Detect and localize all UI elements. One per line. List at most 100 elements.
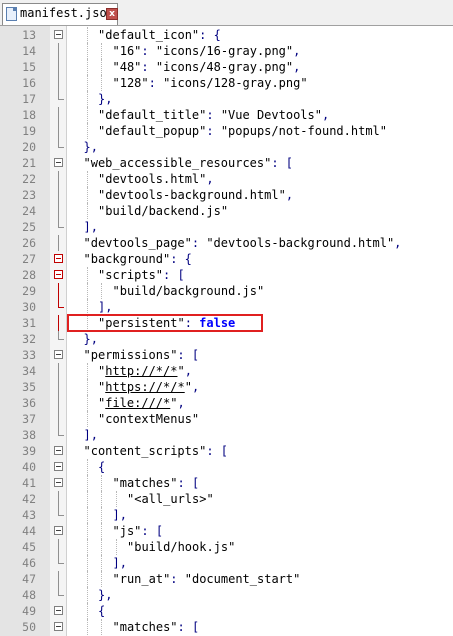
code-line[interactable]: 23 "devtools-background.html",	[0, 187, 453, 203]
fold-toggle-icon[interactable]	[54, 622, 63, 631]
code-line[interactable]: 44 "js": [	[0, 523, 453, 539]
code-line[interactable]: 19 "default_popup": "popups/not-found.htm…	[0, 123, 453, 139]
code-line[interactable]: 15 "48": "icons/48-gray.png",	[0, 59, 453, 75]
indent-guide	[86, 491, 89, 507]
line-number: 38	[22, 428, 36, 442]
code-line[interactable]: 39 "content_scripts": [	[0, 443, 453, 459]
indent-guide	[86, 523, 89, 539]
fold-line	[58, 187, 59, 203]
string-token: "popups/not-found.html"	[220, 124, 387, 138]
string-token: "run_at"	[112, 572, 171, 586]
fold-toggle-icon[interactable]	[54, 446, 63, 455]
fold-line	[58, 315, 59, 331]
code-line[interactable]: 42 "<all_urls>"	[0, 491, 453, 507]
code-line[interactable]: 25],	[0, 219, 453, 235]
code-line[interactable]: 35 "https://*/*",	[0, 379, 453, 395]
code-text: {	[98, 459, 105, 475]
string-token: "<all_urls>"	[127, 492, 214, 506]
indent-guide	[101, 59, 103, 75]
indent-guide	[86, 59, 89, 75]
code-line[interactable]: 24 "build/backend.js"	[0, 203, 453, 219]
code-line[interactable]: 46],	[0, 555, 453, 571]
code-line[interactable]: 13 "default_icon": {	[0, 27, 453, 43]
fold-line	[58, 539, 59, 555]
string-token: "default_icon"	[98, 28, 200, 42]
code-line[interactable]: 17},	[0, 91, 453, 107]
indent-guide	[101, 283, 103, 299]
indent-guide	[86, 395, 89, 411]
line-number: 42	[22, 492, 36, 506]
code-line[interactable]: 22 "devtools.html",	[0, 171, 453, 187]
fold-toggle-icon[interactable]	[54, 30, 63, 39]
code-line[interactable]: 38],	[0, 427, 453, 443]
code-line[interactable]: 28 "scripts": [	[0, 267, 453, 283]
code-text: "matches": [	[113, 475, 200, 491]
fold-end-marker	[58, 507, 64, 516]
line-number: 45	[22, 540, 36, 554]
string-token: "default_title"	[98, 108, 207, 122]
code-line[interactable]: 36 "file:///*",	[0, 395, 453, 411]
code-line[interactable]: 30],	[0, 299, 453, 315]
tab-manifest-json[interactable]: manifest.json x	[2, 3, 118, 25]
fold-toggle-icon[interactable]	[54, 158, 63, 167]
indent-guide	[101, 523, 103, 539]
code-line[interactable]: 45 "build/hook.js"	[0, 539, 453, 555]
code-line[interactable]: 47 "run_at": "document_start"	[0, 571, 453, 587]
fold-toggle-icon[interactable]	[54, 462, 63, 471]
line-number: 31	[22, 316, 36, 330]
line-number: 30	[22, 300, 36, 314]
code-line[interactable]: 40 {	[0, 459, 453, 475]
code-line[interactable]: 14 "16": "icons/16-gray.png",	[0, 43, 453, 59]
code-line[interactable]: 29 "build/background.js"	[0, 283, 453, 299]
indent-guide	[86, 283, 89, 299]
punctuation-token: :	[206, 124, 221, 138]
indent-guide	[86, 539, 89, 555]
string-token: "devtools-background.html"	[98, 188, 286, 202]
code-line[interactable]: 33 "permissions": [	[0, 347, 453, 363]
code-line[interactable]: 18 "default_title": "Vue Devtools",	[0, 107, 453, 123]
code-text: "devtools-background.html",	[98, 187, 293, 203]
fold-toggle-icon[interactable]	[54, 478, 63, 487]
code-text: "build/hook.js"	[127, 539, 235, 555]
url-token[interactable]: https://*/*	[105, 380, 184, 394]
code-line[interactable]: 21 "web_accessible_resources": [	[0, 155, 453, 171]
string-token: "default_popup"	[98, 124, 207, 138]
code-line[interactable]: 43],	[0, 507, 453, 523]
code-line[interactable]: 49 {	[0, 603, 453, 619]
indent-guide	[101, 75, 103, 91]
fold-toggle-icon[interactable]	[54, 350, 63, 359]
url-token[interactable]: file:///*	[105, 396, 170, 410]
code-line[interactable]: 26 "devtools_page": "devtools-background.…	[0, 235, 453, 251]
code-line[interactable]: 41 "matches": [	[0, 475, 453, 491]
fold-end-marker	[58, 139, 64, 148]
url-token[interactable]: http://*/*	[105, 364, 177, 378]
fold-toggle-icon[interactable]	[54, 526, 63, 535]
code-line[interactable]: 37 "contextMenus"	[0, 411, 453, 427]
punctuation-token: ,	[177, 396, 185, 410]
code-line[interactable]: 20},	[0, 139, 453, 155]
code-text: "scripts": [	[98, 267, 185, 283]
code-line[interactable]: 32},	[0, 331, 453, 347]
string-token: "devtools.html"	[98, 172, 207, 186]
code-line[interactable]: 27 "background": {	[0, 251, 453, 267]
code-text: "devtools_page": "devtools-background.ht…	[84, 235, 402, 251]
code-line[interactable]: 16 "128": "icons/128-gray.png"	[0, 75, 453, 91]
string-token: "icons/128-gray.png"	[163, 76, 308, 90]
code-line[interactable]: 48},	[0, 587, 453, 603]
code-line[interactable]: 34 "http://*/*",	[0, 363, 453, 379]
fold-toggle-icon[interactable]	[54, 254, 63, 263]
string-token: "devtools_page"	[83, 236, 192, 250]
fold-line	[58, 571, 59, 587]
fold-line	[58, 379, 59, 395]
punctuation-token: ,	[394, 236, 402, 250]
punctuation-token: },	[98, 92, 113, 106]
fold-toggle-icon[interactable]	[54, 606, 63, 615]
close-icon[interactable]: x	[106, 8, 118, 20]
code-text: "128": "icons/128-gray.png"	[113, 75, 308, 91]
fold-toggle-icon[interactable]	[54, 270, 63, 279]
punctuation-token: ,	[293, 44, 301, 58]
punctuation-token: : [	[177, 476, 200, 490]
code-line[interactable]: 50 "matches": [	[0, 619, 453, 635]
code-text: "https://*/*",	[98, 379, 199, 395]
punctuation-token: : [	[141, 524, 164, 538]
